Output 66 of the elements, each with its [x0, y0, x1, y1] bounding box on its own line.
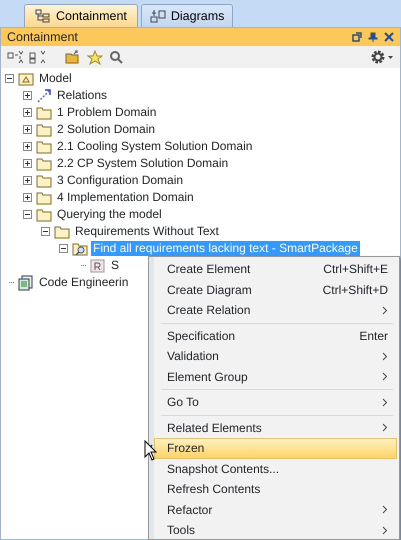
- relation-icon: [36, 88, 52, 104]
- tree-item[interactable]: 1 Problem Domain: [55, 105, 158, 120]
- expand-icon[interactable]: [23, 142, 32, 151]
- collapse-icon[interactable]: [41, 227, 50, 236]
- cursor-icon: [144, 440, 158, 461]
- expand-icon[interactable]: [23, 176, 32, 185]
- tree-item[interactable]: Querying the model: [55, 207, 164, 222]
- collapse-icon[interactable]: [5, 74, 14, 83]
- tree-item[interactable]: 2 Solution Domain: [55, 122, 158, 137]
- tree-item[interactable]: Model: [37, 71, 74, 86]
- expand-icon[interactable]: [23, 91, 32, 100]
- menu-item[interactable]: Create Diagram Ctrl+Shift+D: [154, 280, 397, 300]
- tree-item[interactable]: 3 Configuration Domain: [55, 173, 186, 188]
- menu-item[interactable]: Element Group: [154, 366, 397, 387]
- folder-icon: [36, 172, 52, 188]
- shortcut-text: Ctrl+Shift+D: [322, 282, 388, 299]
- shortcut-text: Ctrl+Shift+E: [323, 261, 388, 278]
- menu-item[interactable]: Refactor: [154, 500, 397, 520]
- code-file-icon: [18, 274, 34, 290]
- expand-icon[interactable]: [23, 108, 32, 117]
- collapse-all-icon[interactable]: [29, 50, 45, 64]
- folder-icon: [36, 190, 52, 206]
- collapse-icon[interactable]: [23, 210, 32, 219]
- tree-item[interactable]: 4 Implementation Domain: [55, 190, 196, 205]
- shortcut-text: Enter: [359, 328, 388, 345]
- menu-item[interactable]: Go To: [154, 392, 397, 412]
- tree-item[interactable]: S: [109, 258, 122, 273]
- search-icon[interactable]: [109, 50, 123, 64]
- tree-item[interactable]: Requirements Without Text: [73, 224, 221, 239]
- folder-icon: [36, 156, 52, 172]
- menu-item[interactable]: Create Element Ctrl+Shift+E: [154, 259, 397, 280]
- close-icon[interactable]: [384, 32, 394, 42]
- folder-icon: [36, 104, 52, 120]
- tree-item[interactable]: Code Engineerin: [37, 275, 130, 290]
- menu-item[interactable]: Snapshot Contents...: [154, 458, 397, 479]
- folder-icon: [36, 122, 52, 138]
- tab[interactable]: Containment: [24, 4, 138, 27]
- expand-icon[interactable]: [23, 125, 32, 134]
- folder-icon: [54, 224, 70, 240]
- pin-icon[interactable]: [368, 32, 378, 42]
- search-folder-icon: [72, 240, 88, 256]
- menu-item[interactable]: Tools: [154, 520, 397, 539]
- menu-item[interactable]: Validation: [154, 346, 397, 366]
- folder-icon: [36, 138, 52, 154]
- diagram-icon: [150, 9, 166, 23]
- tab[interactable]: Diagrams: [140, 4, 234, 27]
- tree-icon: [35, 9, 51, 23]
- menu-item[interactable]: Specification Enter: [154, 326, 397, 346]
- menu-item[interactable]: Related Elements: [154, 418, 397, 438]
- restore-icon[interactable]: [352, 32, 362, 42]
- menu-item[interactable]: Refresh Contents: [154, 479, 397, 500]
- star-icon[interactable]: [87, 50, 103, 64]
- menu-item[interactable]: Create Relation: [154, 300, 397, 320]
- model-icon: [18, 70, 34, 86]
- expand-icon[interactable]: [23, 159, 32, 168]
- tree-item[interactable]: Relations: [55, 88, 110, 103]
- open-folder-icon[interactable]: [65, 50, 81, 64]
- folder-icon: [36, 206, 52, 222]
- settings-icon[interactable]: [370, 49, 394, 65]
- tree-item[interactable]: 2.1 Cooling System Solution Domain: [55, 139, 254, 154]
- collapse-icon[interactable]: [59, 244, 68, 253]
- panel-title: Containment: [7, 28, 78, 46]
- requirement-icon: [90, 258, 106, 274]
- expand-all-icon[interactable]: [7, 50, 23, 64]
- expand-icon[interactable]: [23, 193, 32, 202]
- tree-item[interactable]: 2.2 CP System Solution Domain: [55, 156, 230, 171]
